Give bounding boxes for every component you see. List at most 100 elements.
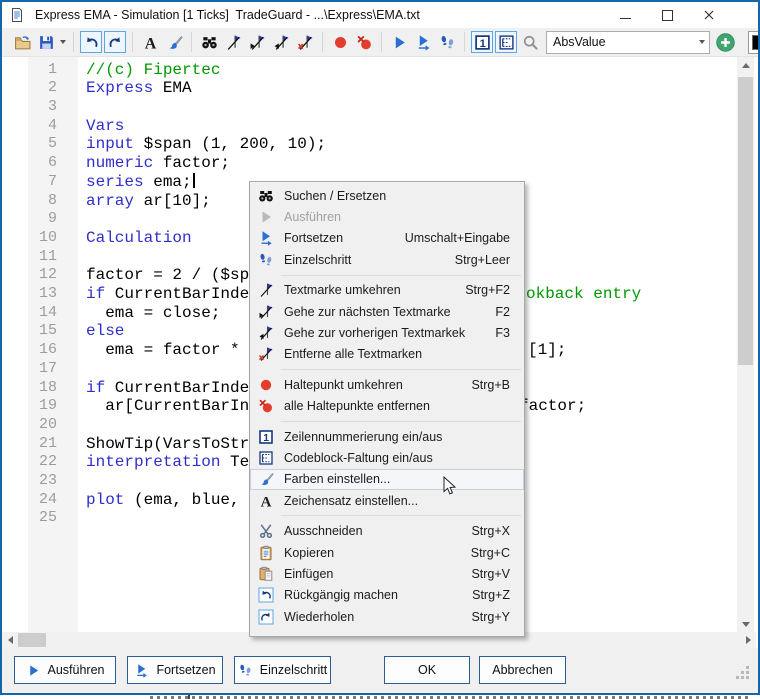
breakpoint-clear-button[interactable] [353, 31, 375, 53]
menu-item-flag[interactable]: Textmarke umkehrenStrg+F2 [250, 280, 524, 301]
open-button[interactable] [11, 31, 33, 53]
arrow-left-icon [8, 636, 13, 644]
flag-icon [254, 282, 278, 298]
continue-button[interactable] [412, 31, 434, 53]
code-line[interactable]: 6numeric factor; [2, 154, 737, 173]
colors-button[interactable] [163, 31, 185, 53]
font-button[interactable]: A [139, 31, 161, 53]
menu-item-font-a[interactable]: AZeichensatz einstellen... [250, 490, 524, 511]
context-menu: Suchen / ErsetzenAusführenFortsetzenUmsc… [249, 181, 525, 637]
menu-item-brush[interactable]: Farben einstellen... [250, 469, 524, 490]
menu-item-label: Rückgängig machen [284, 588, 398, 602]
minimize-button[interactable] [604, 2, 646, 28]
menu-item-continue[interactable]: FortsetzenUmschalt+Eingabe [250, 228, 524, 249]
add-button[interactable] [716, 33, 735, 52]
line-numbers-icon: 1 [254, 429, 278, 445]
save-dropdown[interactable] [58, 31, 68, 53]
button-label: Ausführen [48, 663, 105, 677]
ausf-hren-button[interactable]: Ausführen [14, 656, 116, 684]
menu-item-shortcut: Umschalt+Eingabe [405, 231, 510, 245]
menu-item-shortcut: Strg+Leer [455, 253, 510, 267]
horizontal-scroll-thumb[interactable] [18, 633, 46, 647]
text-cursor [193, 173, 195, 188]
button-label: Fortsetzen [156, 663, 215, 677]
code-line[interactable]: 5input $span (1, 200, 10); [2, 135, 737, 154]
menu-item-footsteps[interactable]: EinzelschrittStrg+Leer [250, 249, 524, 270]
menu-item-label: Einfügen [284, 567, 333, 581]
menu-item-paste[interactable]: EinfügenStrg+V [250, 563, 524, 584]
scroll-right-button[interactable] [740, 632, 756, 648]
code-line[interactable]: 1//(c) Fipertec [2, 61, 737, 80]
menu-item-breakpoint[interactable]: Haltepunkt umkehrenStrg+B [250, 374, 524, 395]
code-line[interactable]: 2Express EMA [2, 79, 737, 98]
scroll-up-button[interactable] [737, 57, 754, 73]
resize-grip[interactable] [736, 666, 752, 682]
symbol-combobox[interactable]: AbsValue [546, 31, 710, 54]
menu-item-copy[interactable]: KopierenStrg+C [250, 542, 524, 563]
menu-item-flag-prev[interactable]: Gehe zur vorherigen TextmarkekF3 [250, 322, 524, 343]
menu-item-code-folding[interactable]: Codeblock-Faltung ein/aus [250, 447, 524, 468]
undo-button[interactable] [80, 31, 102, 53]
menu-item-shortcut: Strg+B [471, 378, 510, 392]
abbrechen-button[interactable]: Abbrechen [479, 656, 566, 684]
run-button[interactable] [388, 31, 410, 53]
single-step-button[interactable] [436, 31, 458, 53]
code-folding-toggle[interactable] [495, 31, 517, 53]
toolbar-separator [132, 32, 133, 52]
line-number: 15 [2, 322, 57, 341]
code-line[interactable]: 3 [2, 98, 737, 117]
line-number: 21 [2, 435, 57, 454]
menu-item-shortcut: Strg+Z [472, 588, 510, 602]
ok-button[interactable]: OK [384, 656, 470, 684]
chevron-down-icon[interactable] [695, 40, 709, 44]
bookmark-toggle-button[interactable] [222, 31, 244, 53]
menu-item-scissors[interactable]: AusschneidenStrg+X [250, 520, 524, 541]
document-icon [9, 7, 25, 23]
breakpoint-toggle-button[interactable] [329, 31, 351, 53]
bookmark-prev-button[interactable] [270, 31, 292, 53]
menu-item-label: Zeichensatz einstellen... [284, 494, 418, 508]
magnifier-icon[interactable] [519, 31, 541, 53]
menu-separator [281, 275, 521, 276]
line-numbers-toggle[interactable]: 1 [471, 31, 493, 53]
menu-item-binoculars[interactable]: Suchen / Ersetzen [250, 185, 524, 206]
window-title: Express EMA - Simulation [1 Ticks] Trade… [35, 8, 420, 22]
code-text: numeric factor; [86, 154, 230, 173]
menu-item-shortcut: F2 [495, 305, 510, 319]
menu-item-label: Gehe zur vorherigen Textmarkek [284, 326, 465, 340]
einzelschritt-button[interactable]: Einzelschritt [234, 656, 331, 684]
button-label: OK [418, 663, 436, 677]
button-label: Einzelschritt [260, 663, 327, 677]
bookmark-clear-button[interactable] [294, 31, 316, 53]
vertical-scroll-thumb[interactable] [738, 77, 753, 365]
code-line[interactable]: 4Vars [2, 117, 737, 136]
menu-item-breakpoint-clear[interactable]: alle Haltepunkte entfernen [250, 396, 524, 417]
color-picker[interactable] [748, 31, 760, 54]
scroll-down-button[interactable] [737, 616, 754, 632]
maximize-button[interactable] [646, 2, 688, 28]
line-number: 17 [2, 360, 57, 379]
screen: Express EMA - Simulation [1 Ticks] Trade… [0, 0, 760, 699]
continue-icon [134, 663, 149, 678]
menu-item-label: Suchen / Ersetzen [284, 189, 386, 203]
scroll-left-button[interactable] [2, 632, 18, 648]
code-text: array ar[10]; [86, 192, 211, 211]
fortsetzen-button[interactable]: Fortsetzen [127, 656, 223, 684]
code-text: Vars [86, 117, 124, 136]
breakpoint-icon [254, 377, 278, 393]
chevron-down-icon [60, 40, 66, 44]
menu-item-flag-next[interactable]: Gehe zur nächsten TextmarkeF2 [250, 301, 524, 322]
close-button[interactable] [688, 2, 730, 28]
toolbar-separator [464, 32, 465, 52]
save-button[interactable] [35, 31, 57, 53]
menu-item-line-numbers[interactable]: 1Zeilennummerierung ein/aus [250, 426, 524, 447]
menu-item-redo-box[interactable]: WiederholenStrg+Y [250, 606, 524, 627]
code-text-fragment: [1]; [528, 341, 566, 360]
menu-item-flag-clear[interactable]: Entferne alle Textmarken [250, 344, 524, 365]
bookmark-next-button[interactable] [246, 31, 268, 53]
search-button[interactable] [198, 31, 220, 53]
code-text: //(c) Fipertec [86, 61, 220, 80]
redo-button[interactable] [104, 31, 126, 53]
menu-item-undo-box[interactable]: Rückgängig machen Strg+Z [250, 585, 524, 606]
vertical-scrollbar[interactable] [737, 57, 754, 632]
